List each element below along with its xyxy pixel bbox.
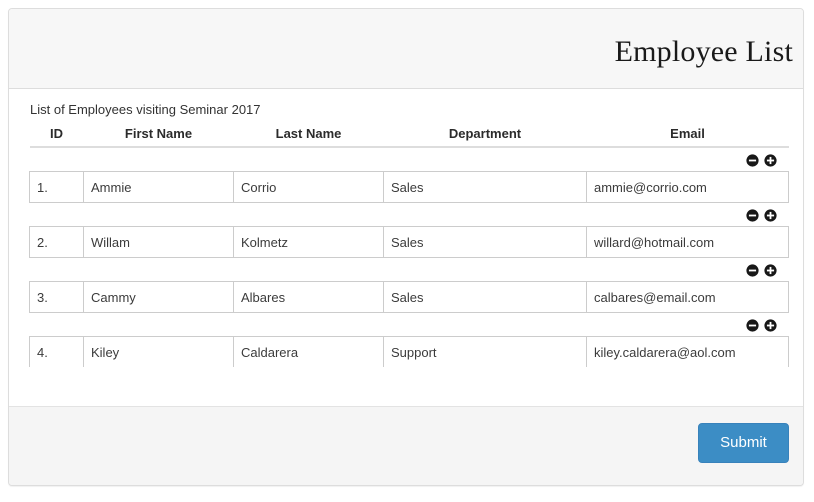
minus-circle-icon[interactable] bbox=[745, 154, 759, 167]
cell-email: calbares@email.com bbox=[586, 281, 789, 313]
row-controls-cell bbox=[29, 147, 789, 172]
row-control-group bbox=[741, 264, 777, 277]
column-header-first-name: First Name bbox=[83, 122, 234, 148]
cell-last-name: Caldarera bbox=[233, 336, 384, 367]
minus-circle-icon[interactable] bbox=[745, 209, 759, 222]
cell-id: 4. bbox=[29, 336, 84, 367]
table-row: 1. Ammie Corrio Sales ammie@corrio.com bbox=[29, 171, 789, 203]
row-controls bbox=[29, 147, 789, 172]
row-control-group bbox=[741, 154, 777, 167]
column-header-department: Department bbox=[383, 122, 587, 148]
cell-email: ammie@corrio.com bbox=[586, 171, 789, 203]
submit-button[interactable]: Submit bbox=[698, 423, 789, 463]
table-row: 4. Kiley Caldarera Support kiley.caldarera@a… bbox=[29, 336, 789, 367]
cell-department: Sales bbox=[383, 281, 587, 313]
panel-footer: Submit bbox=[9, 406, 803, 485]
cell-id: 2. bbox=[29, 226, 84, 258]
column-header-id: ID bbox=[29, 122, 84, 148]
cell-last-name: Kolmetz bbox=[233, 226, 384, 258]
list-caption: List of Employees visiting Seminar 2017 bbox=[30, 102, 261, 117]
row-controls-cell bbox=[29, 312, 789, 337]
cell-id: 3. bbox=[29, 281, 84, 313]
cell-last-name: Albares bbox=[233, 281, 384, 313]
minus-circle-icon[interactable] bbox=[745, 319, 759, 332]
cell-last-name: Corrio bbox=[233, 171, 384, 203]
plus-circle-icon[interactable] bbox=[763, 154, 777, 167]
cell-first-name: Ammie bbox=[83, 171, 234, 203]
column-header-email: Email bbox=[586, 122, 789, 148]
row-control-group bbox=[741, 209, 777, 222]
row-control-group bbox=[741, 319, 777, 332]
cell-department: Support bbox=[383, 336, 587, 367]
table-row: 3. Cammy Albares Sales calbares@email.com bbox=[29, 281, 789, 313]
row-controls bbox=[29, 257, 789, 282]
row-controls-cell bbox=[29, 202, 789, 227]
row-controls bbox=[29, 312, 789, 337]
column-header-last-name: Last Name bbox=[233, 122, 384, 148]
plus-circle-icon[interactable] bbox=[763, 209, 777, 222]
cell-first-name: Kiley bbox=[83, 336, 234, 367]
row-controls-cell bbox=[29, 257, 789, 282]
cell-id: 1. bbox=[29, 171, 84, 203]
employee-table: ID First Name Last Name Department Email… bbox=[29, 122, 789, 367]
cell-first-name: Cammy bbox=[83, 281, 234, 313]
employee-list-panel: Employee List List of Employees visiting… bbox=[8, 8, 804, 486]
page-title: Employee List bbox=[614, 35, 793, 68]
table-body: 1. Ammie Corrio Sales ammie@corrio.com 2. Will… bbox=[29, 147, 789, 367]
plus-circle-icon[interactable] bbox=[763, 264, 777, 277]
table-header-row: ID First Name Last Name Department Email bbox=[29, 122, 789, 148]
cell-department: Sales bbox=[383, 226, 587, 258]
table-row: 2. Willam Kolmetz Sales willard@hotmail.com bbox=[29, 226, 789, 258]
row-controls bbox=[29, 202, 789, 227]
plus-circle-icon[interactable] bbox=[763, 319, 777, 332]
cell-department: Sales bbox=[383, 171, 587, 203]
minus-circle-icon[interactable] bbox=[745, 264, 759, 277]
cell-first-name: Willam bbox=[83, 226, 234, 258]
table-header: ID First Name Last Name Department Email bbox=[29, 122, 789, 148]
cell-email: willard@hotmail.com bbox=[586, 226, 789, 258]
panel-body: List of Employees visiting Seminar 2017 … bbox=[9, 89, 803, 406]
panel-header: Employee List bbox=[9, 9, 803, 89]
cell-email: kiley.caldarera@aol.com bbox=[586, 336, 789, 367]
